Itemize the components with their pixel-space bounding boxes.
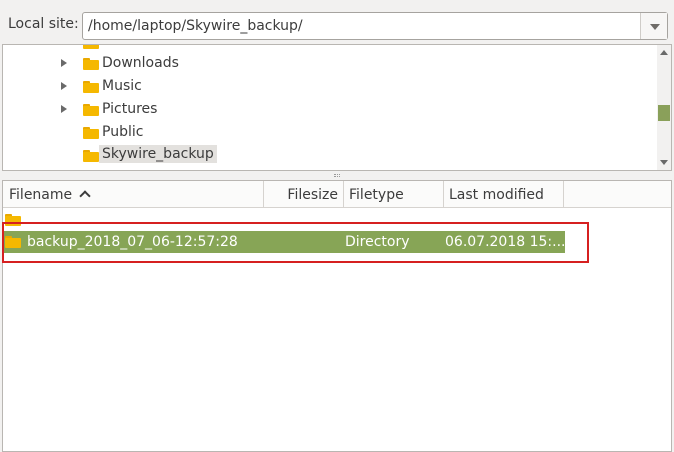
scroll-down-arrow-icon[interactable] — [660, 160, 668, 165]
column-header-filename[interactable]: Filename — [3, 181, 264, 207]
sort-ascending-icon — [79, 190, 91, 202]
column-header-label: Last modified — [449, 187, 544, 203]
tree-item-label: Public — [102, 124, 144, 140]
tree-item-label: Skywire_backup — [99, 145, 217, 163]
column-header-filesize[interactable]: Filesize — [264, 181, 344, 207]
annotation-highlight-box — [2, 222, 589, 263]
folder-icon — [83, 81, 99, 93]
local-site-label: Local site: — [8, 16, 79, 32]
folder-icon — [83, 150, 99, 162]
local-site-bar: Local site: /home/laptop/Skywire_backup/ — [0, 0, 674, 44]
scroll-up-arrow-icon[interactable] — [660, 50, 668, 55]
column-header-last-modified[interactable]: Last modified — [444, 181, 564, 207]
tree-item-public[interactable]: Public — [3, 121, 653, 144]
tree-item-label: Downloads — [102, 55, 179, 71]
local-site-path-combobox[interactable]: /home/laptop/Skywire_backup/ — [82, 12, 668, 40]
tree-scrollbar[interactable] — [657, 45, 671, 170]
folder-icon — [83, 127, 99, 139]
tree-item-label: Music — [102, 78, 142, 94]
folder-icon — [83, 104, 99, 116]
folder-icon — [83, 58, 99, 70]
local-file-list[interactable]: Filename Filesize Filetype Last modified… — [2, 180, 672, 452]
splitter-grip-icon — [334, 174, 340, 177]
expand-arrow-icon[interactable] — [61, 105, 67, 113]
column-header-label: Filesize — [287, 187, 338, 203]
tree-item-skywire-backup[interactable]: Skywire_backup — [3, 144, 653, 167]
expand-arrow-icon[interactable] — [61, 82, 67, 90]
local-site-path-input[interactable]: /home/laptop/Skywire_backup/ — [88, 18, 303, 34]
file-list-header: Filename Filesize Filetype Last modified — [3, 181, 671, 208]
tree-item-label: Pictures — [102, 101, 158, 117]
chevron-down-icon — [650, 24, 660, 30]
local-site-dropdown-button[interactable] — [640, 13, 667, 39]
column-header-label: Filename — [9, 187, 73, 203]
tree-item-downloads[interactable]: Downloads — [3, 52, 653, 75]
scrollbar-thumb[interactable] — [658, 105, 670, 121]
tree-item-music[interactable]: Music — [3, 75, 653, 98]
column-header-label: Filetype — [349, 187, 404, 203]
column-header-filetype[interactable]: Filetype — [344, 181, 444, 207]
folder-icon — [83, 45, 99, 49]
expand-arrow-icon[interactable] — [61, 59, 67, 67]
local-directory-tree[interactable]: Downloads Music Pictures Public Skywire_… — [2, 44, 672, 171]
local-pane: Local site: /home/laptop/Skywire_backup/… — [0, 0, 674, 452]
tree-item-pictures[interactable]: Pictures — [3, 98, 653, 121]
pane-splitter[interactable] — [0, 171, 674, 180]
